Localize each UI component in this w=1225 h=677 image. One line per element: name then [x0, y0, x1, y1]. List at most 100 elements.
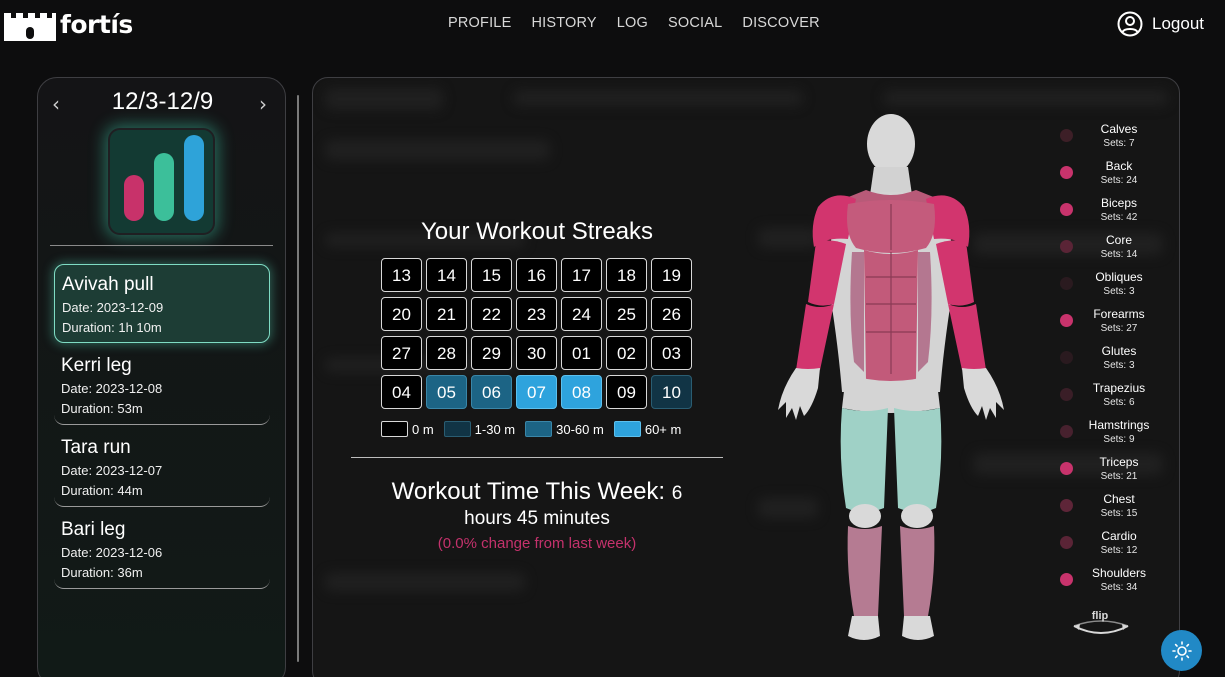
- calendar-day[interactable]: 03: [651, 336, 692, 370]
- workout-title: Avivah pull: [62, 274, 154, 295]
- bar-chart-icon[interactable]: [108, 128, 215, 235]
- rotate-arrows-icon: [1073, 620, 1129, 634]
- theme-toggle-button[interactable]: [1161, 630, 1202, 671]
- calendar-day[interactable]: 21: [426, 297, 467, 331]
- workout-card[interactable]: Bari leg Date: 2023-12-06 Duration: 36m: [54, 510, 270, 589]
- scrollbar[interactable]: [297, 95, 299, 662]
- right-hand: [962, 368, 1004, 420]
- workout-date: Date: 2023-12-07: [61, 463, 163, 478]
- legend-label: 60+ m: [644, 421, 682, 437]
- workout-duration: Duration: 44m: [61, 483, 143, 498]
- left-quad-muscle: [840, 408, 888, 512]
- calendar-day[interactable]: 13: [381, 258, 422, 292]
- calendar-day[interactable]: 28: [426, 336, 467, 370]
- workout-list: Avivah pull Date: 2023-12-09 Duration: 1…: [54, 264, 270, 592]
- muscle-sets: Sets: 15: [1100, 508, 1138, 519]
- muscle-body-figure[interactable]: [756, 112, 1026, 644]
- workout-card-selected[interactable]: Avivah pull Date: 2023-12-09 Duration: 1…: [54, 264, 270, 343]
- right-forearm-muscle: [948, 304, 986, 372]
- muscle-item-trapezius[interactable]: Trapezius Sets: 6: [1058, 381, 1148, 418]
- muscle-item-chest[interactable]: Chest Sets: 15: [1058, 492, 1148, 529]
- user-circle-icon: [1117, 11, 1143, 37]
- muscle-color-dot: [1060, 425, 1073, 438]
- workout-time-title: Workout Time This Week: 6: [351, 478, 723, 506]
- calendar-day[interactable]: 18: [606, 258, 647, 292]
- muscle-sets: Sets: 6: [1103, 397, 1135, 408]
- workout-title: Bari leg: [61, 519, 126, 540]
- muscle-item-hamstrings[interactable]: Hamstrings Sets: 9: [1058, 418, 1149, 455]
- muscle-name: Triceps: [1099, 455, 1139, 469]
- legend-swatch-0: [381, 421, 408, 437]
- calendar-day[interactable]: 30: [516, 336, 557, 370]
- calendar-day[interactable]: 29: [471, 336, 512, 370]
- muscle-item-shoulders[interactable]: Shoulders Sets: 34: [1058, 566, 1148, 603]
- muscle-name: Biceps: [1100, 196, 1138, 210]
- muscle-color-dot: [1060, 462, 1073, 475]
- streak-legend: 0 m 1-30 m 30-60 m 60+ m: [381, 420, 691, 438]
- calendar-day[interactable]: 20: [381, 297, 422, 331]
- nav-log[interactable]: LOG: [617, 15, 648, 31]
- workout-card[interactable]: Kerri leg Date: 2023-12-08 Duration: 53m: [54, 346, 270, 425]
- calendar-day[interactable]: 07: [516, 375, 557, 409]
- calendar-day[interactable]: 06: [471, 375, 512, 409]
- calendar-day[interactable]: 10: [651, 375, 692, 409]
- workout-time-label: Workout Time This Week:: [391, 478, 666, 505]
- flip-button[interactable]: flip: [1070, 610, 1132, 640]
- muscle-name: Cardio: [1101, 529, 1137, 543]
- bar-chart-icon-bar: [124, 175, 144, 221]
- calendar-day[interactable]: 01: [561, 336, 602, 370]
- calendar-day[interactable]: 16: [516, 258, 557, 292]
- muscle-item-biceps[interactable]: Biceps Sets: 42: [1058, 196, 1148, 233]
- chevron-right-icon[interactable]: ›: [259, 92, 267, 116]
- calendar-day[interactable]: 26: [651, 297, 692, 331]
- calendar-day[interactable]: 02: [606, 336, 647, 370]
- muscle-item-obliques[interactable]: Obliques Sets: 3: [1058, 270, 1148, 307]
- right-foot: [902, 616, 934, 640]
- left-calf-muscle: [847, 526, 882, 618]
- muscle-item-forearms[interactable]: Forearms Sets: 27: [1058, 307, 1148, 344]
- workout-date: Date: 2023-12-08: [61, 381, 163, 396]
- muscle-item-calves[interactable]: Calves Sets: 7: [1058, 122, 1148, 159]
- calendar-day[interactable]: 08: [561, 375, 602, 409]
- muscle-color-dot: [1060, 351, 1073, 364]
- muscle-color-dot: [1060, 203, 1073, 216]
- workout-duration: Duration: 1h 10m: [62, 320, 162, 335]
- nav-social[interactable]: SOCIAL: [668, 15, 722, 31]
- calendar-day[interactable]: 14: [426, 258, 467, 292]
- streaks-title: Your Workout Streaks: [420, 218, 654, 245]
- nav-history[interactable]: HISTORY: [531, 15, 596, 31]
- workout-duration: Duration: 53m: [61, 401, 143, 416]
- calendar-day[interactable]: 04: [381, 375, 422, 409]
- brand-name: fortís: [60, 9, 133, 39]
- calendar-day[interactable]: 25: [606, 297, 647, 331]
- muscle-item-cardio[interactable]: Cardio Sets: 12: [1058, 529, 1148, 566]
- calendar-day[interactable]: 17: [561, 258, 602, 292]
- right-calf-muscle: [900, 526, 935, 618]
- muscle-item-core[interactable]: Core Sets: 14: [1058, 233, 1148, 270]
- muscle-color-dot: [1060, 499, 1073, 512]
- left-forearm-muscle: [796, 304, 834, 372]
- calendar-day[interactable]: 23: [516, 297, 557, 331]
- muscle-item-glutes[interactable]: Glutes Sets: 3: [1058, 344, 1148, 381]
- calendar-day[interactable]: 27: [381, 336, 422, 370]
- brand-logo[interactable]: fortís: [2, 4, 133, 44]
- calendar-day[interactable]: 09: [606, 375, 647, 409]
- right-knee: [901, 504, 933, 528]
- calendar-day[interactable]: 22: [471, 297, 512, 331]
- calendar-day[interactable]: 19: [651, 258, 692, 292]
- left-knee: [849, 504, 881, 528]
- muscle-item-back[interactable]: Back Sets: 24: [1058, 159, 1148, 196]
- workout-time-change: (0.0% change from last week): [437, 535, 637, 552]
- bar-chart-icon-bar: [154, 153, 174, 221]
- calendar-day[interactable]: 15: [471, 258, 512, 292]
- logout-button[interactable]: Logout: [1117, 11, 1204, 37]
- muscle-color-dot: [1060, 277, 1073, 290]
- castle-icon: [4, 13, 56, 41]
- workout-card[interactable]: Tara run Date: 2023-12-07 Duration: 44m: [54, 428, 270, 507]
- nav-discover[interactable]: DISCOVER: [742, 15, 819, 31]
- muscle-item-triceps[interactable]: Triceps Sets: 21: [1058, 455, 1148, 492]
- calendar-day[interactable]: 05: [426, 375, 467, 409]
- nav-profile[interactable]: PROFILE: [448, 15, 511, 31]
- muscle-sets: Sets: 9: [1103, 434, 1135, 445]
- calendar-day[interactable]: 24: [561, 297, 602, 331]
